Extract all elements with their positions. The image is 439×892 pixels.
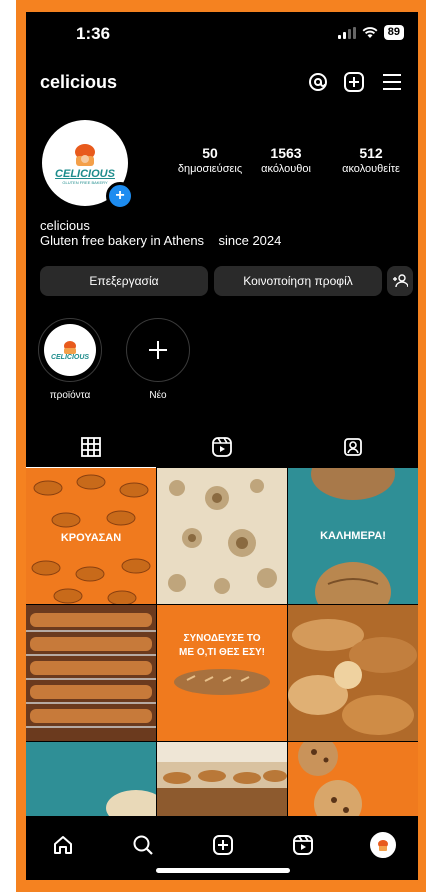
tab-grid[interactable] bbox=[26, 426, 156, 468]
profile-username[interactable]: celicious bbox=[40, 72, 117, 93]
status-bar: 1:36 89 bbox=[26, 12, 418, 52]
stat-label: ακόλουθοι bbox=[261, 163, 311, 175]
post-teal-pastry[interactable] bbox=[26, 742, 156, 816]
tagged-icon bbox=[344, 438, 362, 456]
highlight-logo: CELICIOUS bbox=[44, 324, 96, 376]
highlight-cover: CELICIOUS bbox=[38, 318, 102, 382]
baker-logo-icon bbox=[378, 840, 388, 851]
search-icon[interactable] bbox=[128, 830, 158, 860]
tab-reels[interactable] bbox=[157, 426, 287, 468]
battery-icon: 89 bbox=[383, 25, 404, 40]
reels-icon bbox=[212, 437, 232, 457]
edit-profile-button[interactable]: Επεξεργασία bbox=[40, 266, 208, 296]
tab-tagged[interactable] bbox=[288, 426, 418, 468]
baker-logo-icon bbox=[64, 340, 76, 354]
status-icons: 89 bbox=[337, 25, 404, 40]
logo-text: CELICIOUS bbox=[55, 167, 115, 180]
post-bread-crumb[interactable] bbox=[157, 468, 287, 604]
highlight-products[interactable]: CELICIOUS προϊόντα bbox=[38, 318, 102, 401]
bio-text: Gluten free bakery in Athens since 2024 bbox=[40, 233, 282, 248]
profile-bio: celicious Gluten free bakery in Athens s… bbox=[40, 218, 281, 248]
posts-grid: ΚΡΟΥΑΣΑΝ ΚΑΛΗΜΕΡΑ! ΣΥΝΟΔΕΥΣΕ ΤΟ ΜΕ Ο,ΤΙ … bbox=[26, 468, 418, 816]
post-cookies[interactable] bbox=[288, 742, 418, 816]
reels-nav-icon[interactable] bbox=[288, 830, 318, 860]
profile-header: celicious bbox=[26, 64, 418, 100]
baker-logo-icon bbox=[75, 143, 95, 166]
logo-subtext: GLUTEN FREE BAKERY bbox=[62, 179, 108, 185]
wifi-icon bbox=[362, 26, 378, 38]
following-count[interactable]: 512 ακολουθείτε bbox=[332, 145, 410, 175]
bakery-racks-image bbox=[26, 613, 156, 728]
highlight-label: προϊόντα bbox=[49, 390, 91, 401]
bakery-shop-image bbox=[157, 742, 287, 816]
profile-avatar[interactable]: CELICIOUS GLUTEN FREE BAKERY + bbox=[42, 120, 134, 210]
add-person-icon bbox=[393, 274, 408, 288]
breads-image bbox=[288, 619, 417, 735]
post-bakery-racks[interactable] bbox=[26, 605, 156, 741]
baguette-image bbox=[174, 669, 270, 695]
post-combine-promo[interactable]: ΣΥΝΟΔΕΥΣΕ ΤΟ ΜΕ Ο,ΤΙ ΘΕΣ ΕΣΥ! bbox=[157, 605, 287, 741]
post-text: ΚΡΟΥΑΣΑΝ bbox=[60, 532, 122, 544]
post-breads-assortment[interactable] bbox=[288, 605, 418, 741]
highlight-new[interactable]: Νέο bbox=[126, 318, 190, 401]
followers-count[interactable]: 1563 ακόλουθοι bbox=[250, 145, 322, 175]
content-tabs bbox=[26, 426, 418, 468]
create-post-icon[interactable] bbox=[340, 68, 368, 96]
bread-texture bbox=[168, 479, 277, 594]
pastry-image bbox=[106, 790, 156, 816]
new-highlight-circle bbox=[126, 318, 190, 382]
stat-number: 512 bbox=[359, 145, 383, 161]
logo-text: CELICIOUS bbox=[50, 353, 90, 361]
add-story-icon[interactable]: + bbox=[106, 182, 134, 210]
grid-icon bbox=[81, 437, 101, 457]
phone-screen: 1:36 89 celicious CELICIOUS GLUTEN FREE … bbox=[26, 12, 418, 880]
profile-name: celicious bbox=[40, 218, 90, 233]
stat-number: 50 bbox=[202, 145, 218, 161]
cookies-image bbox=[298, 742, 362, 816]
home-icon[interactable] bbox=[48, 830, 78, 860]
create-icon[interactable] bbox=[208, 830, 238, 860]
menu-icon[interactable] bbox=[378, 68, 406, 96]
status-time: 1:36 bbox=[76, 24, 111, 43]
post-bakery-shop[interactable] bbox=[157, 742, 287, 816]
home-indicator[interactable] bbox=[156, 868, 290, 873]
profile-nav-avatar[interactable] bbox=[368, 830, 398, 860]
post-text: ΚΑΛΗΜΕΡΑ! bbox=[320, 530, 386, 542]
stat-label: δημοσιεύσεις bbox=[177, 163, 243, 175]
avatar bbox=[370, 832, 396, 858]
stat-number: 1563 bbox=[270, 145, 302, 161]
stat-label: ακολουθείτε bbox=[342, 163, 400, 175]
share-profile-button[interactable]: Κοινοποίηση προφίλ bbox=[214, 266, 382, 296]
plus-icon bbox=[149, 341, 167, 359]
post-good-morning[interactable]: ΚΑΛΗΜΕΡΑ! bbox=[288, 468, 418, 604]
signal-icon bbox=[337, 26, 356, 39]
threads-icon[interactable] bbox=[304, 68, 332, 96]
highlight-label: Νέο bbox=[149, 390, 167, 401]
posts-count[interactable]: 50 δημοσιεύσεις bbox=[174, 145, 246, 175]
discover-people-button[interactable] bbox=[387, 266, 413, 296]
post-croissants[interactable]: ΚΡΟΥΑΣΑΝ bbox=[26, 468, 156, 604]
